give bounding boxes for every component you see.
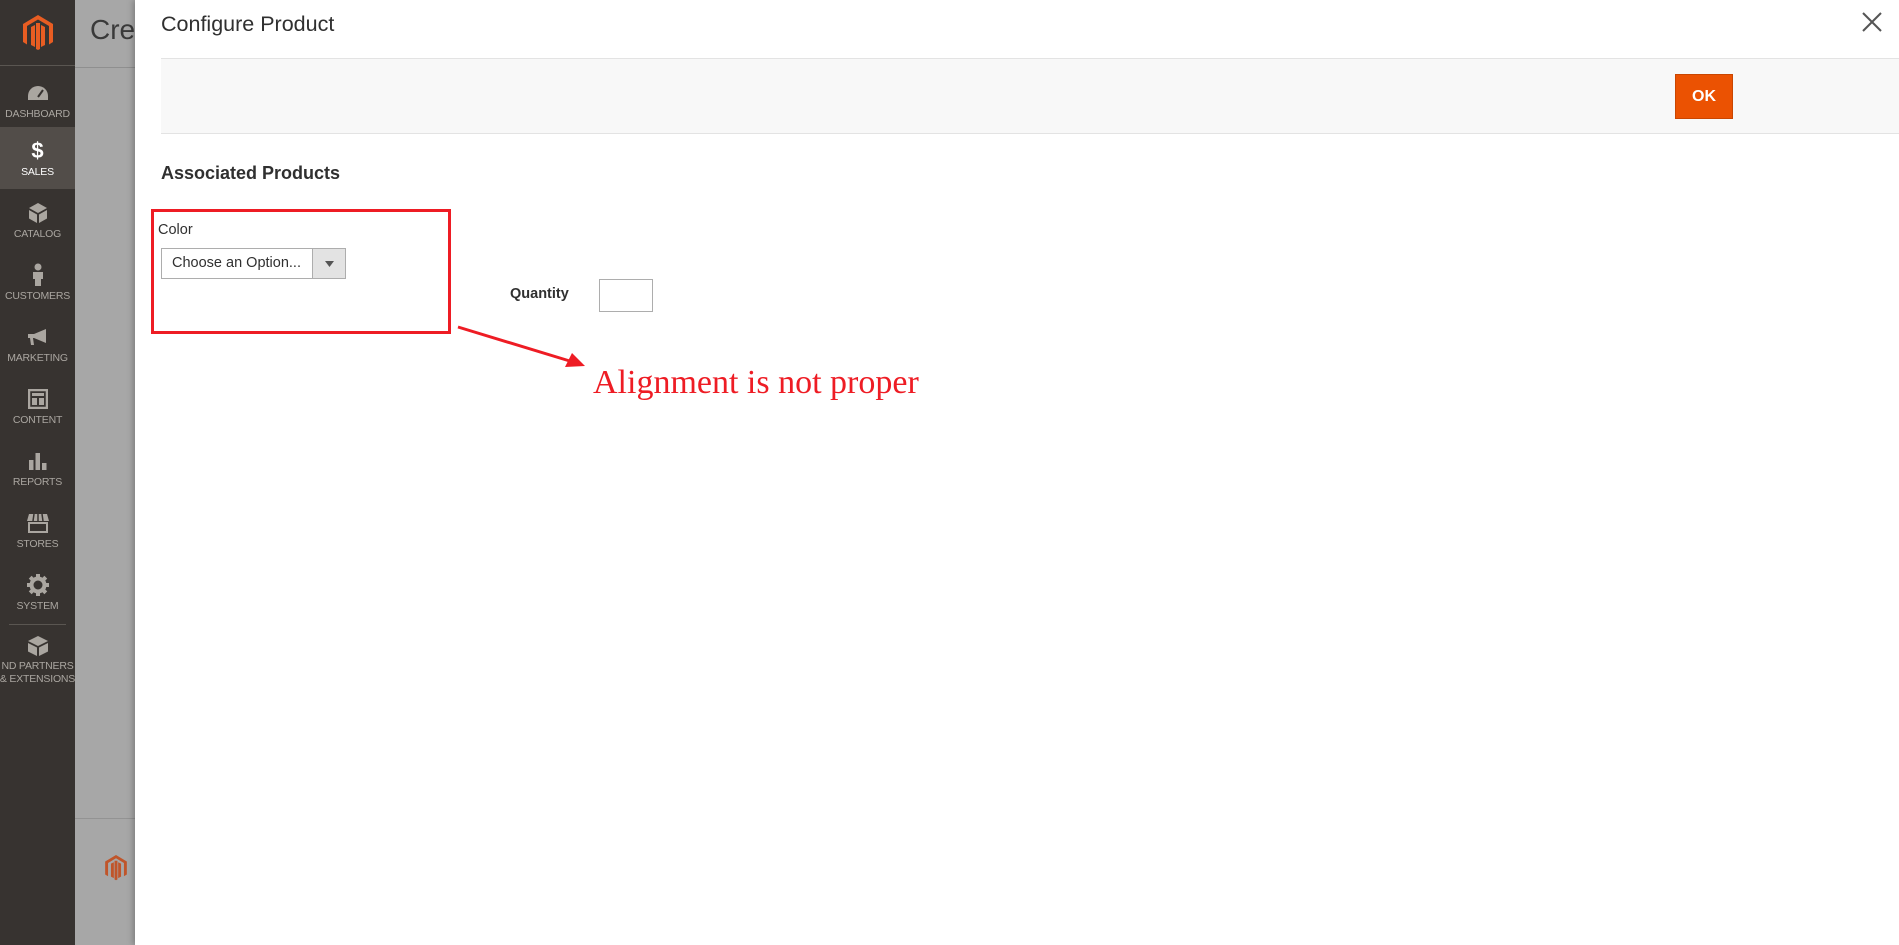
sidebar-item-stores[interactable]: STORES: [0, 499, 75, 561]
sidebar-item-label: CATALOG: [13, 227, 62, 240]
dollar-icon: $: [31, 137, 44, 163]
layout-icon: [26, 387, 50, 411]
sidebar-item-customers[interactable]: CUSTOMERS: [0, 251, 75, 313]
storefront-icon: [26, 511, 50, 535]
sidebar-item-sales[interactable]: $ SALES: [0, 127, 75, 189]
sidebar-item-marketing[interactable]: MARKETING: [0, 313, 75, 375]
admin-sidebar: DASHBOARD $ SALES CATALOG CUSTOMERS MARK…: [0, 0, 75, 945]
person-icon: [26, 263, 50, 287]
sidebar-item-label: MARKETING: [7, 351, 68, 364]
sidebar-item-dashboard[interactable]: DASHBOARD: [0, 69, 75, 131]
sidebar-divider: [9, 624, 66, 625]
sidebar-item-reports[interactable]: REPORTS: [0, 437, 75, 499]
cube-icon: [26, 201, 50, 225]
magento-logo[interactable]: [0, 0, 75, 66]
dashboard-icon: [26, 81, 50, 105]
background-divider: [75, 67, 135, 68]
sidebar-item-label: CONTENT: [12, 413, 63, 426]
background-page-title: Cre: [90, 14, 136, 45]
sidebar-item-content[interactable]: CONTENT: [0, 375, 75, 437]
annotation-arrow-icon: [457, 325, 585, 367]
bar-chart-icon: [26, 449, 50, 473]
quantity-input[interactable]: [599, 279, 653, 312]
sidebar-item-partners-extensions[interactable]: ND PARTNERS & EXTENSIONS: [0, 630, 75, 690]
sidebar-item-system[interactable]: SYSTEM: [0, 561, 75, 623]
background-footer-divider: [75, 818, 135, 819]
footer-magento-logo-icon: [105, 855, 127, 886]
sidebar-item-label: CUSTOMERS: [4, 289, 71, 302]
sidebar-item-label: DASHBOARD: [5, 107, 70, 120]
annotation-highlight-box: [151, 209, 451, 334]
sidebar-item-label: & EXTENSIONS: [0, 673, 76, 685]
ok-button[interactable]: OK: [1675, 74, 1733, 119]
annotation-text: Alignment is not proper: [593, 364, 919, 401]
sidebar-item-label: SALES: [21, 165, 54, 178]
section-title: Associated Products: [161, 163, 341, 183]
configure-product-modal: Configure Product Associated Products Co…: [135, 0, 1899, 945]
modal-title: Configure Product: [161, 12, 335, 36]
megaphone-icon: [26, 325, 50, 349]
sidebar-item-label: ND PARTNERS: [1, 660, 74, 672]
sidebar-item-label: SYSTEM: [16, 599, 59, 612]
modal-toolbar: [161, 58, 1899, 134]
close-icon[interactable]: [1858, 8, 1886, 36]
sidebar-item-label: STORES: [16, 537, 59, 550]
sidebar-item-catalog[interactable]: CATALOG: [0, 189, 75, 251]
magento-logo-icon: [22, 14, 53, 50]
sidebar-item-label: REPORTS: [12, 475, 63, 488]
quantity-label: Quantity: [510, 286, 569, 302]
box-icon: [26, 634, 50, 658]
gear-icon: [26, 573, 50, 597]
